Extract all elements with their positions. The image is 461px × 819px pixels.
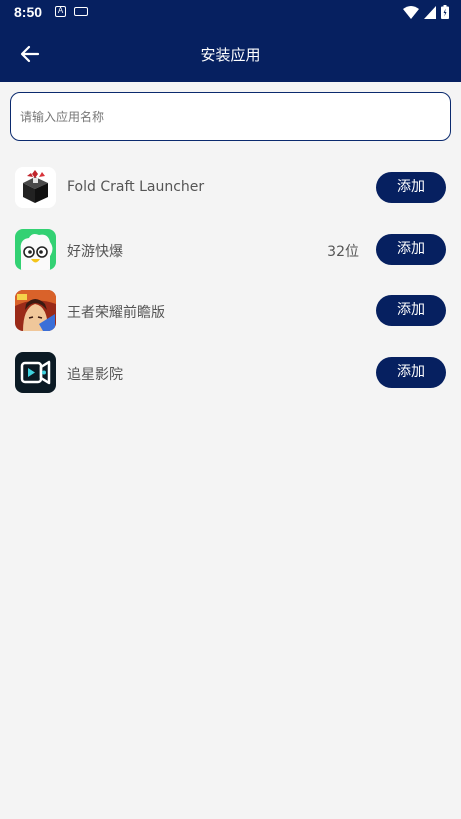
list-item: 好游快爆 32位 添加 — [0, 219, 461, 281]
status-time: 8:50 — [14, 4, 43, 20]
app-list: Fold Craft Launcher 添加 好游快爆 32位 添加 王者荣耀前… — [0, 157, 461, 403]
zhuixing-cinema-icon — [15, 351, 56, 393]
haoyou-kuaibao-icon — [15, 228, 56, 270]
list-item: 王者荣耀前瞻版 添加 — [0, 280, 461, 342]
signal-icon — [424, 5, 436, 19]
battery-icon — [441, 5, 449, 19]
app-name: 追星影院 — [67, 366, 123, 383]
app-name: 王者荣耀前瞻版 — [67, 305, 165, 321]
keyboard-icon — [74, 7, 88, 16]
add-button[interactable]: 添加 — [376, 356, 446, 388]
app-bar: 安装应用 — [0, 26, 461, 82]
app-name: Fold Craft Launcher — [67, 179, 205, 195]
text-a-icon: A — [55, 6, 66, 17]
list-item: 追星影院 添加 — [0, 342, 461, 404]
page-title: 安装应用 — [200, 46, 261, 64]
notification-icons: A — [55, 6, 88, 17]
fold-craft-launcher-icon — [15, 167, 56, 208]
status-bar: 8:50 A — [0, 0, 461, 26]
honor-of-kings-preview-icon — [15, 290, 56, 331]
wifi-icon — [403, 5, 419, 19]
add-button[interactable]: 添加 — [376, 233, 446, 265]
app-name-search-input[interactable] — [11, 93, 450, 140]
system-icons — [403, 5, 449, 19]
add-button[interactable]: 添加 — [376, 172, 446, 203]
app-meta: 32位 — [327, 243, 359, 260]
search-box — [10, 92, 451, 141]
app-name: 好游快爆 — [67, 243, 123, 260]
list-item: Fold Craft Launcher 添加 — [0, 157, 461, 219]
add-button[interactable]: 添加 — [376, 295, 446, 326]
